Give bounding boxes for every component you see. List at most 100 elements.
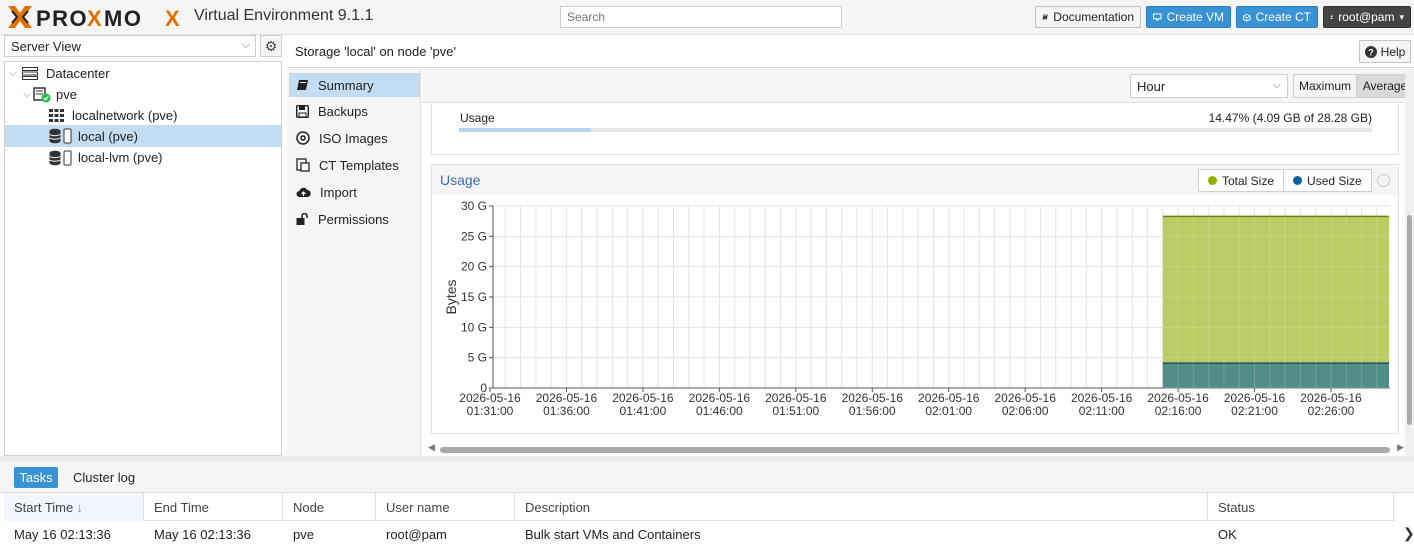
gear-icon: ⚙ [264, 37, 278, 54]
legend-marker [1208, 176, 1217, 185]
create-vm-label: Create VM [1166, 10, 1224, 24]
svg-text:X: X [165, 6, 180, 31]
cell-node: pve [293, 526, 314, 542]
x-tick-label: 02:01:00 [925, 404, 972, 418]
scroll-right-icon[interactable]: ▶ [1397, 442, 1404, 453]
y-tick-label: 10 G [461, 320, 487, 334]
usage-progress-bar [459, 128, 1372, 132]
product-version: Virtual Environment 9.1.1 [194, 7, 374, 24]
total-size-area [1162, 216, 1389, 388]
user-label: root@pam [1338, 10, 1395, 24]
column-description[interactable]: Description [515, 493, 1208, 521]
tree-node-datacenter[interactable]: ⌵ Datacenter [5, 63, 281, 84]
help-button[interactable]: ? Help [1359, 40, 1411, 63]
legend-label: Used Size [1307, 173, 1362, 188]
nav-import[interactable]: Import [289, 180, 420, 204]
legend-label: Total Size [1222, 173, 1275, 188]
chevron-down-icon: ▾ [1399, 11, 1404, 22]
x-tick-label: 02:11:00 [1079, 404, 1125, 418]
nav-ct-templates[interactable]: CT Templates [289, 153, 420, 177]
tree-node-local-lvm[interactable]: local-lvm (pve) [5, 147, 281, 168]
cell-user-name: root@pam [386, 526, 447, 542]
tab-cluster-log[interactable]: Cluster log [73, 470, 135, 485]
nav-summary[interactable]: Summary [289, 73, 420, 97]
proxmox-logo[interactable]: PRO X MO X [6, 2, 188, 32]
column-label: Description [525, 499, 591, 515]
y-tick-label: 20 G [461, 260, 487, 274]
nav-iso-images[interactable]: ISO Images [289, 126, 420, 150]
x-tick-label: 02:21:00 [1231, 404, 1278, 418]
nav-label: Summary [318, 77, 374, 93]
tree-label: local-lvm (pve) [78, 150, 163, 165]
tree-label: pve [56, 87, 77, 102]
create-ct-button[interactable]: Create CT [1236, 6, 1318, 28]
book-icon [297, 80, 308, 90]
storage-icon [49, 128, 73, 144]
nav-label: Backups [318, 103, 368, 119]
help-label: Help [1380, 44, 1406, 59]
disc-icon [296, 131, 310, 145]
legend-marker [1293, 176, 1303, 185]
horizontal-scroll-thumb[interactable] [440, 447, 1390, 453]
y-tick-label: 5 G [468, 351, 487, 365]
column-status[interactable]: Status [1208, 493, 1394, 521]
view-select-value: Server View [11, 39, 81, 54]
floppy-icon [296, 104, 309, 118]
collapse-icon[interactable]: ⌵ [7, 68, 19, 79]
nav-permissions[interactable]: Permissions [289, 207, 420, 231]
nav-backups[interactable]: Backups [289, 99, 420, 123]
timeframe-select[interactable]: Hour ⌵ [1130, 74, 1288, 98]
network-grid-icon [49, 109, 64, 122]
column-user-name[interactable]: User name [376, 493, 515, 521]
x-tick-label: 01:31:00 [467, 404, 514, 418]
maximum-button[interactable]: Maximum [1294, 75, 1357, 97]
x-tick-label: 01:56:00 [849, 404, 896, 418]
x-tick-label: 2026-05-16 [612, 391, 674, 405]
search-input[interactable] [560, 6, 842, 28]
svg-text:?: ? [1368, 47, 1374, 57]
create-ct-label: Create CT [1255, 10, 1311, 24]
column-end-time[interactable]: End Time [144, 493, 283, 521]
chart-title: Usage [440, 172, 481, 188]
vertical-scroll-thumb[interactable] [1407, 215, 1412, 425]
documentation-button[interactable]: Documentation [1035, 6, 1141, 28]
user-menu-button[interactable]: root@pam ▾ [1323, 6, 1411, 28]
column-node[interactable]: Node [283, 493, 376, 521]
legend-item-total-size[interactable]: Total Size [1199, 170, 1283, 191]
chevron-right-icon[interactable]: ❯ [1403, 525, 1414, 542]
chevron-down-icon: ⌵ [241, 39, 250, 51]
tree-node-pve[interactable]: ⌵ pve [5, 84, 281, 105]
timeframe-value: Hour [1137, 79, 1166, 94]
book-icon [1042, 14, 1048, 20]
x-tick-label: 2026-05-16 [536, 391, 598, 405]
chart-tool-icon[interactable] [1377, 174, 1390, 187]
scroll-left-icon[interactable]: ◀ [428, 442, 435, 453]
storage-nav: Summary Backups ISO Images CT Templates … [287, 69, 421, 456]
nav-label: ISO Images [319, 130, 388, 146]
legend-item-used-size[interactable]: Used Size [1283, 170, 1371, 191]
documentation-label: Documentation [1053, 10, 1134, 24]
node-online-icon [33, 86, 51, 103]
gear-button[interactable]: ⚙ [260, 35, 282, 57]
tree-node-local[interactable]: local (pve) [5, 125, 281, 147]
column-label: Node [293, 499, 325, 515]
tree-label: local (pve) [78, 128, 138, 144]
x-tick-label: 2026-05-16 [1147, 391, 1209, 405]
x-tick-label: 02:26:00 [1308, 404, 1355, 418]
tab-tasks[interactable]: Tasks [14, 467, 58, 488]
view-select[interactable]: Server View ⌵ [4, 35, 256, 57]
x-tick-label: 2026-05-16 [994, 391, 1056, 405]
x-tick-label: 01:51:00 [772, 404, 819, 418]
consolidation-toggle: Maximum Average [1293, 74, 1414, 98]
usage-value: 14.47% (4.09 GB of 28.28 GB) [1208, 111, 1372, 125]
collapse-icon[interactable]: ⌵ [21, 89, 33, 100]
y-axis-label: Bytes [443, 279, 459, 314]
tree-label: localnetwork (pve) [72, 108, 178, 123]
monitor-icon [1153, 13, 1162, 21]
tree-label: Datacenter [46, 66, 110, 81]
column-start-time[interactable]: Start Time ↓ [4, 493, 144, 521]
x-tick-label: 2026-05-16 [918, 391, 980, 405]
tree-node-localnetwork[interactable]: localnetwork (pve) [5, 105, 281, 126]
create-vm-button[interactable]: Create VM [1146, 6, 1231, 28]
used-size-area [1162, 363, 1389, 388]
